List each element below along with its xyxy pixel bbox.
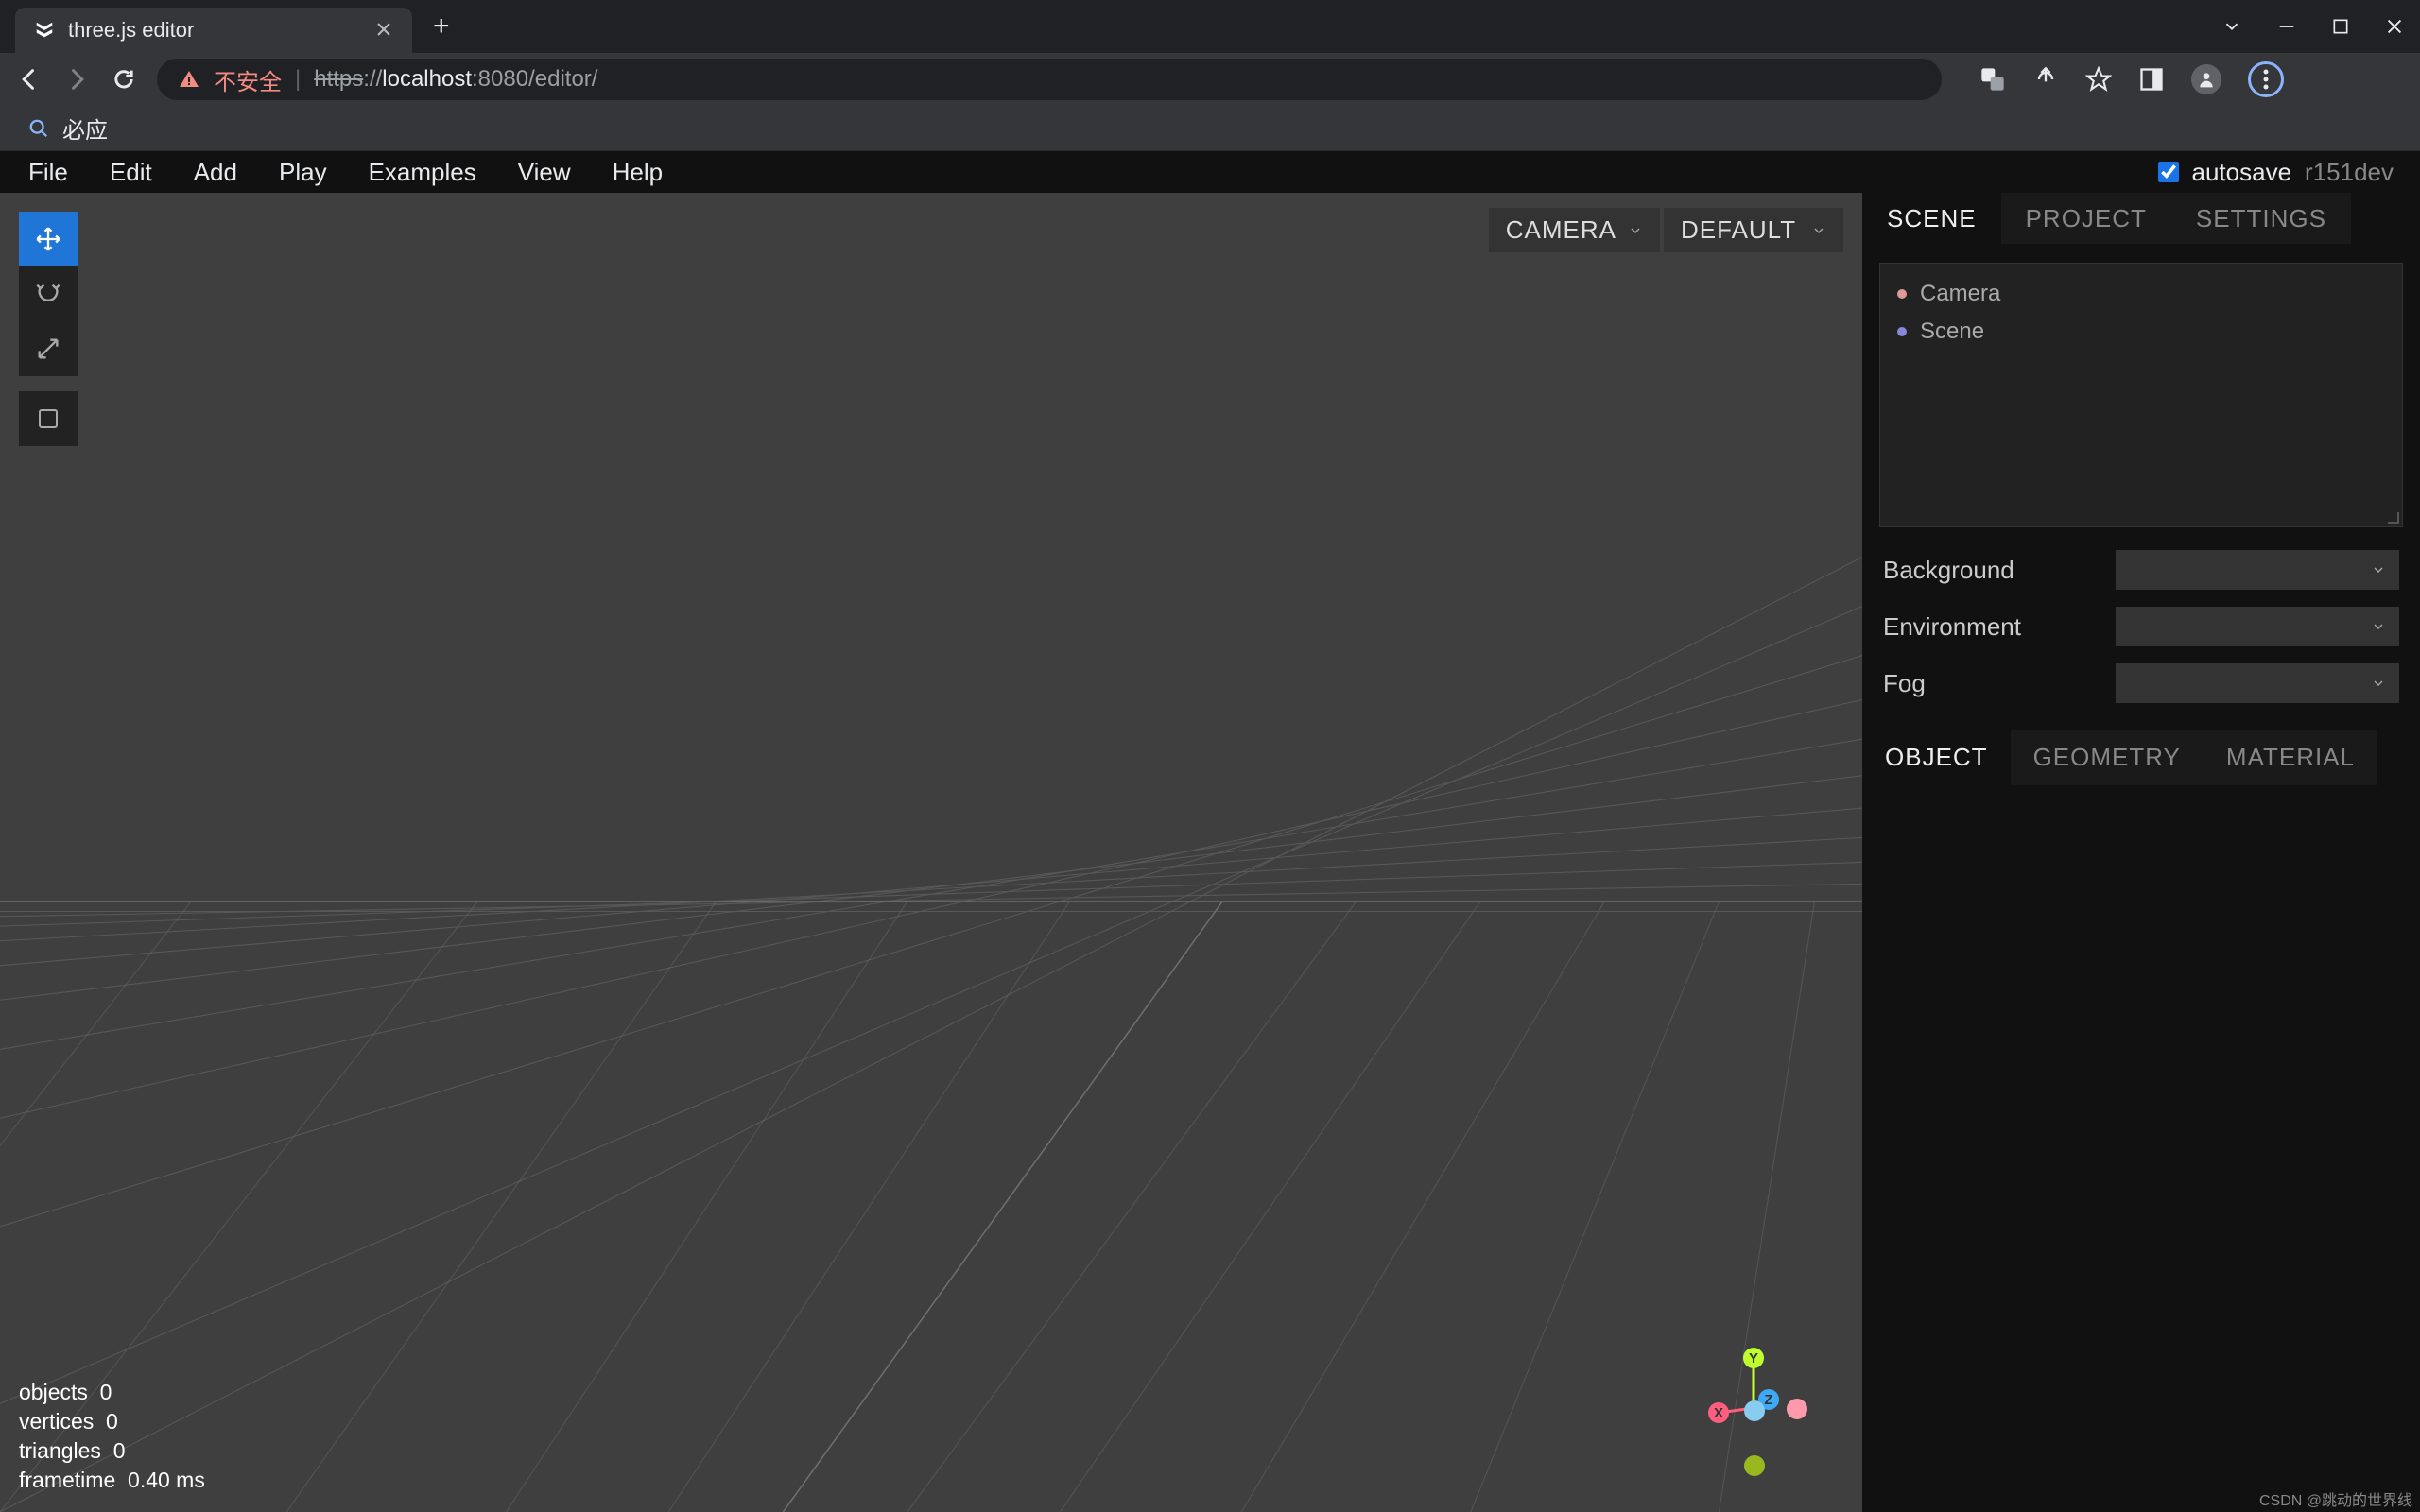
version-label: r151dev — [2305, 158, 2394, 187]
bookmarks-bar: 必应 — [0, 106, 2420, 151]
url-text: https://localhost:8080/editor/ — [314, 66, 597, 93]
close-icon[interactable] — [376, 22, 393, 39]
browser-tab-bar: three.js editor + — [0, 0, 2420, 53]
translate-icon[interactable] — [1979, 66, 2006, 93]
axis-neg-x[interactable] — [1787, 1399, 1807, 1419]
tab-settings[interactable]: SETTINGS — [2171, 193, 2351, 244]
axis-gizmo[interactable]: Y X Z — [1692, 1342, 1815, 1474]
dot-icon — [1897, 327, 1907, 336]
warning-icon — [178, 68, 200, 91]
security-warning: 不安全 — [214, 63, 282, 96]
chevron-down-icon — [2371, 676, 2386, 691]
viewport-stats: objects 0 vertices 0 triangles 0 frameti… — [19, 1378, 205, 1495]
sidepanel-icon[interactable] — [2138, 66, 2165, 93]
axis-neg-y[interactable] — [1744, 1455, 1765, 1476]
browser-menu-button[interactable] — [2248, 61, 2284, 97]
viewport-grid — [0, 193, 1862, 1512]
menu-file[interactable]: File — [8, 158, 89, 187]
rotate-tool[interactable] — [19, 266, 78, 321]
chevron-down-icon — [1811, 223, 1826, 238]
translate-tool[interactable] — [19, 212, 78, 266]
minimize-button[interactable] — [2276, 16, 2297, 37]
close-window-button[interactable] — [2384, 16, 2405, 37]
camera-select[interactable]: CAMERA — [1489, 208, 1660, 252]
tab-scene[interactable]: SCENE — [1862, 193, 2001, 244]
prop-row-environment: Environment — [1883, 607, 2399, 646]
tab-title: three.js editor — [68, 18, 363, 43]
subtab-object[interactable]: OBJECT — [1862, 730, 2011, 785]
local-space-toggle[interactable] — [19, 391, 78, 446]
menu-view[interactable]: View — [497, 158, 592, 187]
maximize-button[interactable] — [2331, 17, 2350, 36]
menu-edit[interactable]: Edit — [89, 158, 173, 187]
outliner[interactable]: Camera Scene — [1879, 263, 2403, 527]
axis-y[interactable]: Y — [1743, 1348, 1764, 1368]
dot-icon — [1897, 289, 1907, 299]
scale-tool[interactable] — [19, 321, 78, 376]
outliner-item-scene[interactable]: Scene — [1897, 313, 2385, 351]
viewport[interactable]: CAMERA DEFAULT objects 0 vertices 0 tria… — [0, 193, 1862, 1512]
background-select[interactable] — [2116, 550, 2399, 590]
axis-x[interactable]: X — [1708, 1402, 1729, 1423]
tab-favicon-icon — [34, 20, 55, 41]
shading-select[interactable]: DEFAULT — [1664, 208, 1843, 252]
subtab-material[interactable]: MATERIAL — [2204, 730, 2377, 785]
bookmark-item[interactable]: 必应 — [62, 112, 108, 145]
url-bar[interactable]: 不安全 | https://localhost:8080/editor/ — [157, 59, 1942, 100]
chevron-down-icon[interactable] — [2221, 16, 2242, 37]
autosave-label: autosave — [2192, 158, 2292, 187]
editor-menubar: File Edit Add Play Examples View Help au… — [0, 151, 2420, 193]
menu-examples[interactable]: Examples — [348, 158, 497, 187]
subtab-geometry[interactable]: GEOMETRY — [2011, 730, 2204, 785]
url-divider: | — [295, 66, 301, 93]
back-button[interactable] — [15, 65, 43, 94]
browser-toolbar: 不安全 | https://localhost:8080/editor/ — [0, 53, 2420, 106]
chevron-down-icon — [2371, 619, 2386, 634]
chevron-down-icon — [2371, 562, 2386, 577]
watermark: CSDN @跳动的世界线 — [2259, 1487, 2412, 1510]
resize-handle[interactable] — [2387, 511, 2400, 524]
environment-select[interactable] — [2116, 607, 2399, 646]
properties-sidebar: SCENE PROJECT SETTINGS Camera Scene Back… — [1862, 193, 2420, 1512]
reload-button[interactable] — [110, 65, 138, 94]
menu-help[interactable]: Help — [592, 158, 683, 187]
autosave-checkbox[interactable] — [2158, 162, 2179, 182]
chevron-down-icon — [1628, 223, 1643, 238]
axis-center[interactable] — [1744, 1400, 1765, 1421]
browser-tab[interactable]: three.js editor — [15, 8, 412, 53]
profile-button[interactable] — [2191, 64, 2221, 94]
bookmark-star-icon[interactable] — [2085, 66, 2112, 93]
search-icon — [28, 118, 49, 139]
menu-add[interactable]: Add — [173, 158, 258, 187]
fog-select[interactable] — [2116, 663, 2399, 703]
share-icon[interactable] — [2032, 66, 2059, 93]
menu-play[interactable]: Play — [258, 158, 348, 187]
tab-project[interactable]: PROJECT — [2001, 193, 2171, 244]
window-controls — [2221, 16, 2405, 37]
transform-tools — [19, 212, 78, 446]
prop-row-fog: Fog — [1883, 663, 2399, 703]
outliner-item-camera[interactable]: Camera — [1897, 275, 2385, 313]
new-tab-button[interactable]: + — [433, 10, 450, 43]
prop-row-background: Background — [1883, 550, 2399, 590]
forward-button[interactable] — [62, 65, 91, 94]
